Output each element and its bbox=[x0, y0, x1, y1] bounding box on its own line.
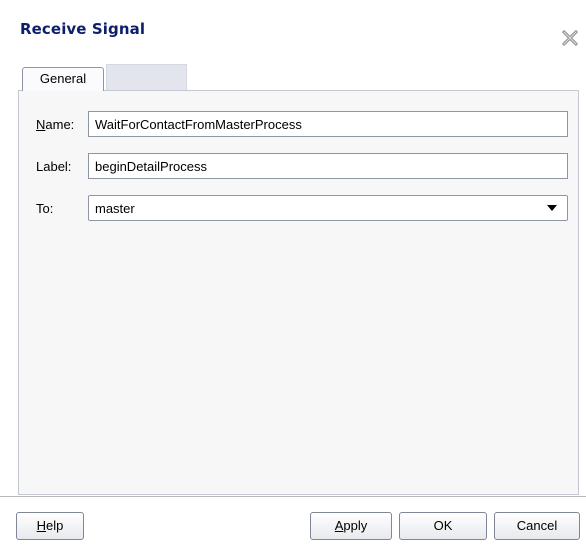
name-label: Name: bbox=[36, 117, 75, 132]
tab-strip: General bbox=[22, 64, 187, 91]
help-button[interactable]: Help bbox=[16, 512, 84, 540]
footer-divider bbox=[0, 496, 586, 497]
tab-empty bbox=[106, 64, 187, 91]
ok-button[interactable]: OK bbox=[399, 512, 487, 540]
cancel-button[interactable]: Cancel bbox=[494, 512, 580, 540]
tab-general[interactable]: General bbox=[22, 67, 104, 91]
title-bar: Receive Signal bbox=[0, 0, 586, 60]
name-row: Name: WaitForContactFromMasterProcess bbox=[19, 111, 579, 139]
to-label: To: bbox=[36, 201, 54, 216]
chevron-down-icon[interactable] bbox=[547, 205, 557, 211]
label-input[interactable]: beginDetailProcess bbox=[88, 153, 568, 179]
label-row: Label: beginDetailProcess bbox=[19, 153, 579, 181]
to-select-value: master bbox=[95, 201, 135, 216]
to-row: To: master bbox=[19, 195, 579, 223]
dialog-title: Receive Signal bbox=[20, 20, 146, 38]
name-input[interactable]: WaitForContactFromMasterProcess bbox=[88, 111, 568, 137]
close-icon[interactable] bbox=[560, 28, 580, 48]
label-label: Label: bbox=[36, 159, 72, 174]
receive-signal-dialog: Receive Signal General Name: WaitForCont… bbox=[0, 0, 586, 547]
to-select[interactable]: master bbox=[88, 195, 568, 221]
general-panel: Name: WaitForContactFromMasterProcess La… bbox=[18, 90, 579, 495]
apply-button[interactable]: Apply bbox=[310, 512, 392, 540]
